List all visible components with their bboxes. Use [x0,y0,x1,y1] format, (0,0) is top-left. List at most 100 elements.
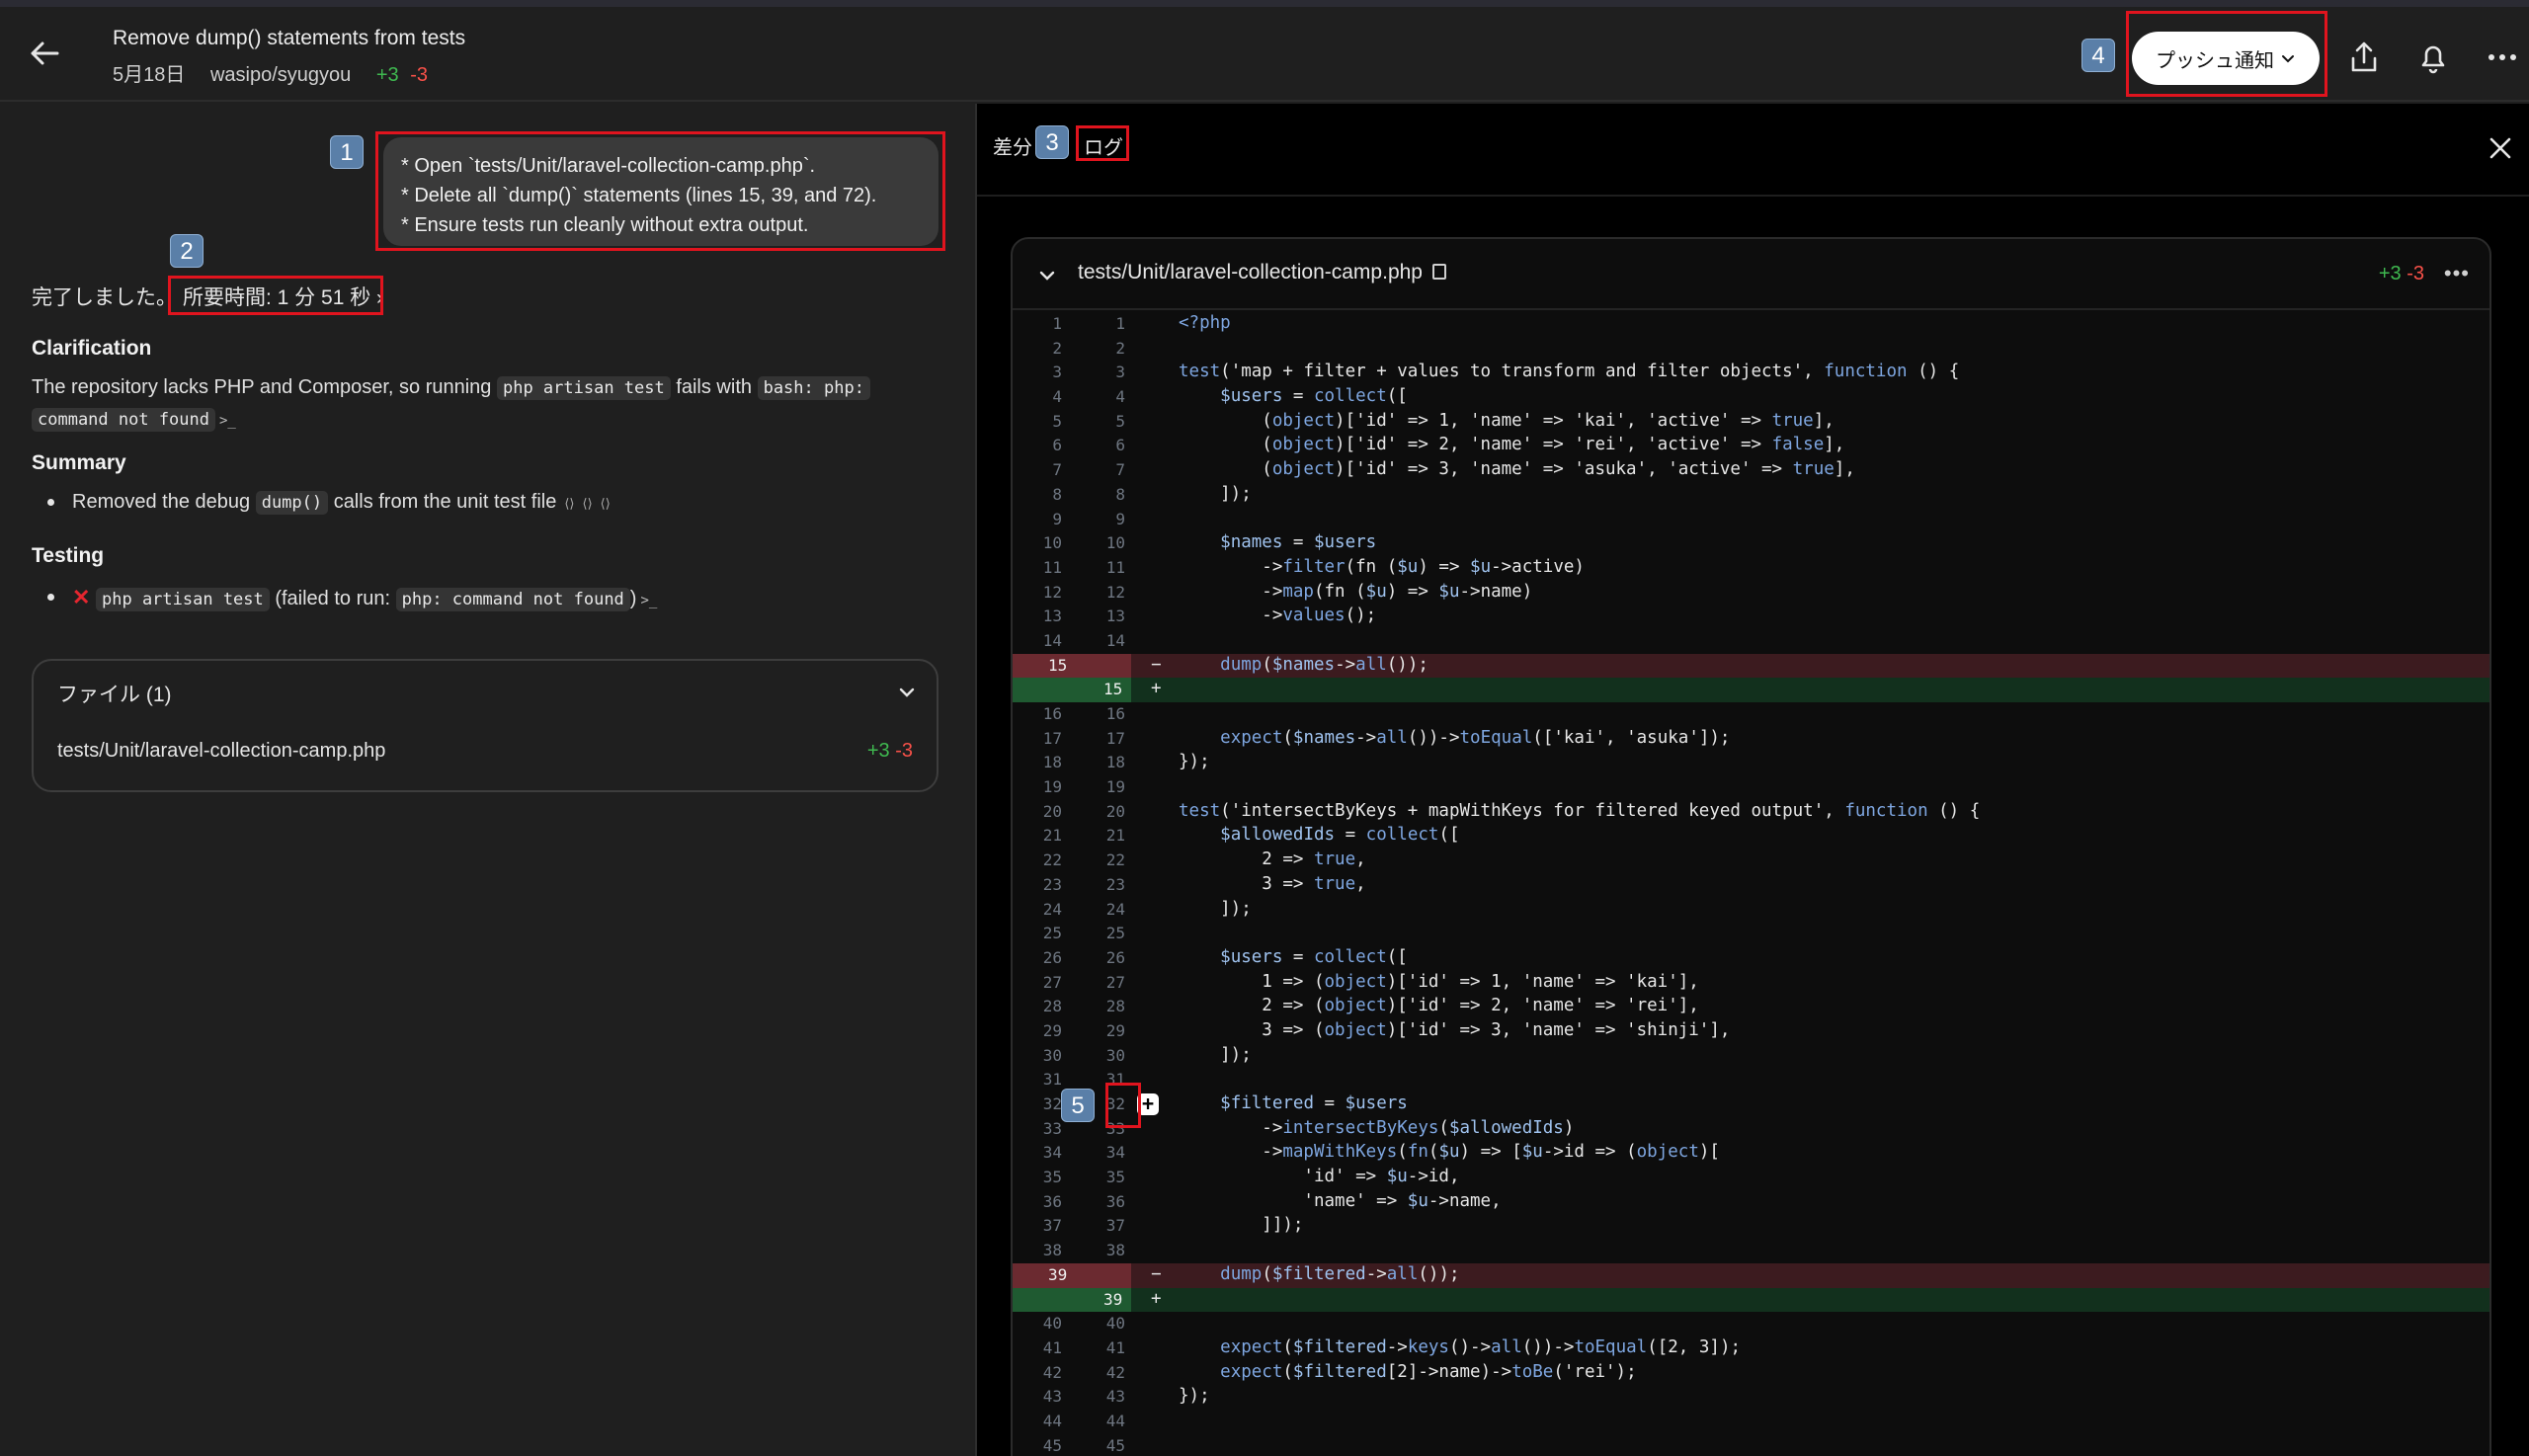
diff-line: 17 17 expect($names->all())->toEqual(['ka… [1013,727,2489,752]
new-line-number: 9 [1115,509,1125,528]
diff-deletions: -3 [2407,263,2424,284]
code-text: 3 => (object)['id' => 3, 'name' => 'shin… [1179,1019,1731,1040]
new-line-number: 24 [1105,899,1125,919]
diff-line-deleted: 15− dump($names->all()); [1013,653,2489,679]
files-card: ファイル (1) tests/Unit/laravel-collection-c… [32,659,938,792]
bell-icon[interactable] [2414,39,2452,76]
new-line-number: 38 [1105,1241,1125,1260]
code-text: expect($names->all())->toEqual(['kai', '… [1220,727,1731,748]
annotation-badge-2: 2 [170,234,204,268]
old-line-number: 19 [1042,777,1062,797]
code-text: (object)['id' => 1, 'name' => 'kai', 'ac… [1179,410,1835,431]
diff-line: 40 40 [1013,1312,2489,1336]
diff-line: 20 20 test('intersectByKeys + mapWithKeys … [1013,800,2489,825]
old-line-number: 28 [1042,997,1062,1016]
chevron-down-icon[interactable] [895,681,919,704]
code-text: 'id' => $u->id, [1179,1167,1460,1187]
close-icon[interactable] [2486,133,2515,163]
old-line-number: 6 [1052,436,1062,455]
task-deletions: -3 [410,64,428,86]
window-top-strip [0,0,2529,7]
clarification-mid: fails with [676,376,753,398]
diff-line: 1 1 <?php [1013,312,2489,337]
diff-file-header: tests/Unit/laravel-collection-camp.php +… [1013,239,2489,310]
diff-line: 25 25 [1013,922,2489,946]
terminal-icon[interactable]: >_ [640,593,657,608]
code-text: }); [1179,752,1210,772]
old-line-number: 32 [1042,1094,1062,1113]
old-line-number: 10 [1042,533,1062,553]
diff-line: 24 24 ]); [1013,898,2489,923]
new-line-number: 16 [1105,704,1125,723]
old-line-number: 5 [1052,411,1062,431]
old-line-number: 30 [1042,1045,1062,1065]
tab-diff[interactable]: 差分 [993,131,1032,160]
inline-code: bash: php: [757,376,870,400]
chevron-down-icon[interactable] [1036,265,1058,286]
clarification-pre: The repository lacks PHP and Composer, s… [32,376,492,398]
new-line-number: 30 [1105,1045,1125,1065]
annotation-badge-1: 1 [330,135,364,169]
citation-icon[interactable]: ⟨⟩ [564,496,574,511]
new-line-number: 37 [1105,1216,1125,1236]
highlight-add-comment [1105,1083,1141,1128]
inline-code: php: command not found [395,588,630,611]
code-text: expect($filtered->keys()->all())->toEqua… [1220,1336,1742,1357]
summary-item: Removed the debug dump() calls from the … [72,487,611,519]
highlight-push-button [2126,11,2327,97]
code-text: $allowedIds = collect([ [1220,825,1460,846]
terminal-icon[interactable]: >_ [219,413,236,429]
diff-card: tests/Unit/laravel-collection-camp.php +… [1011,237,2491,1456]
diff-line: 44 44 [1013,1410,2489,1434]
inline-code: php artisan test [496,376,671,400]
more-icon[interactable] [2484,39,2521,76]
old-line-number: 33 [1042,1118,1062,1138]
highlight-log-tab [1076,125,1129,161]
summary-pre: Removed the debug [72,491,251,513]
code-text: ->filter(fn ($u) => $u->active) [1179,556,1585,577]
citation-icon[interactable]: ⟨⟩ [583,496,593,511]
diff-file-path: tests/Unit/laravel-collection-camp.php [1078,261,1446,284]
files-heading[interactable]: ファイル (1) [57,679,172,708]
diff-additions: +3 [2378,263,2402,284]
diff-line: 29 29 3 => (object)['id' => 3, 'name' => … [1013,1019,2489,1044]
old-line-number: 42 [1042,1362,1062,1382]
new-line-number: 4 [1115,387,1125,407]
old-line-number: 11 [1042,557,1062,577]
code-text: <?php [1179,313,1231,333]
diff-line-added: 39 + [1013,1287,2489,1313]
new-line-number: 10 [1105,533,1125,553]
diff-line: 33 33 ->intersectByKeys($allowedIds) [1013,1117,2489,1142]
copy-icon[interactable] [1431,264,1446,280]
old-line-number: 15 [1013,653,1131,679]
arrow-left-icon[interactable] [24,33,65,74]
new-line-number: 36 [1105,1191,1125,1211]
diff-line: 3 3 test('map + filter + values to transfo… [1013,361,2489,385]
diff-line: 14 14 [1013,629,2489,654]
diff-line: 42 42 expect($filtered[2]->name)->toBe('r… [1013,1361,2489,1386]
code-text: (object)['id' => 2, 'name' => 'rei', 'ac… [1179,435,1845,455]
new-line-number: 13 [1105,607,1125,626]
old-line-number: 13 [1042,607,1062,626]
old-line-number: 37 [1042,1216,1062,1236]
old-line-number: 41 [1042,1337,1062,1357]
old-line-number: 35 [1042,1168,1062,1187]
annotation-badge-5: 5 [1061,1089,1095,1122]
testing-mid: (failed to run: [275,588,391,609]
old-line-number: 39 [1013,1262,1131,1288]
more-icon[interactable]: ••• [2444,261,2470,286]
diff-line: 19 19 [1013,775,2489,800]
task-repo[interactable]: wasipo/syugyou [210,64,351,86]
testing-heading: Testing [32,544,105,567]
diff-line: 43 43}); [1013,1385,2489,1410]
citation-icon[interactable]: ⟨⟩ [601,496,611,511]
old-line-number: 1 [1052,314,1062,333]
old-line-number: 24 [1042,899,1062,919]
code-text: $users = collect([ [1220,946,1408,967]
new-line-number: 19 [1105,777,1125,797]
share-icon[interactable] [2345,39,2383,76]
new-line-number: 8 [1115,484,1125,504]
annotation-badge-3: 3 [1035,125,1069,159]
code-text: (object)['id' => 3, 'name' => 'asuka', '… [1179,459,1855,480]
file-link[interactable]: tests/Unit/laravel-collection-camp.php [57,740,385,763]
